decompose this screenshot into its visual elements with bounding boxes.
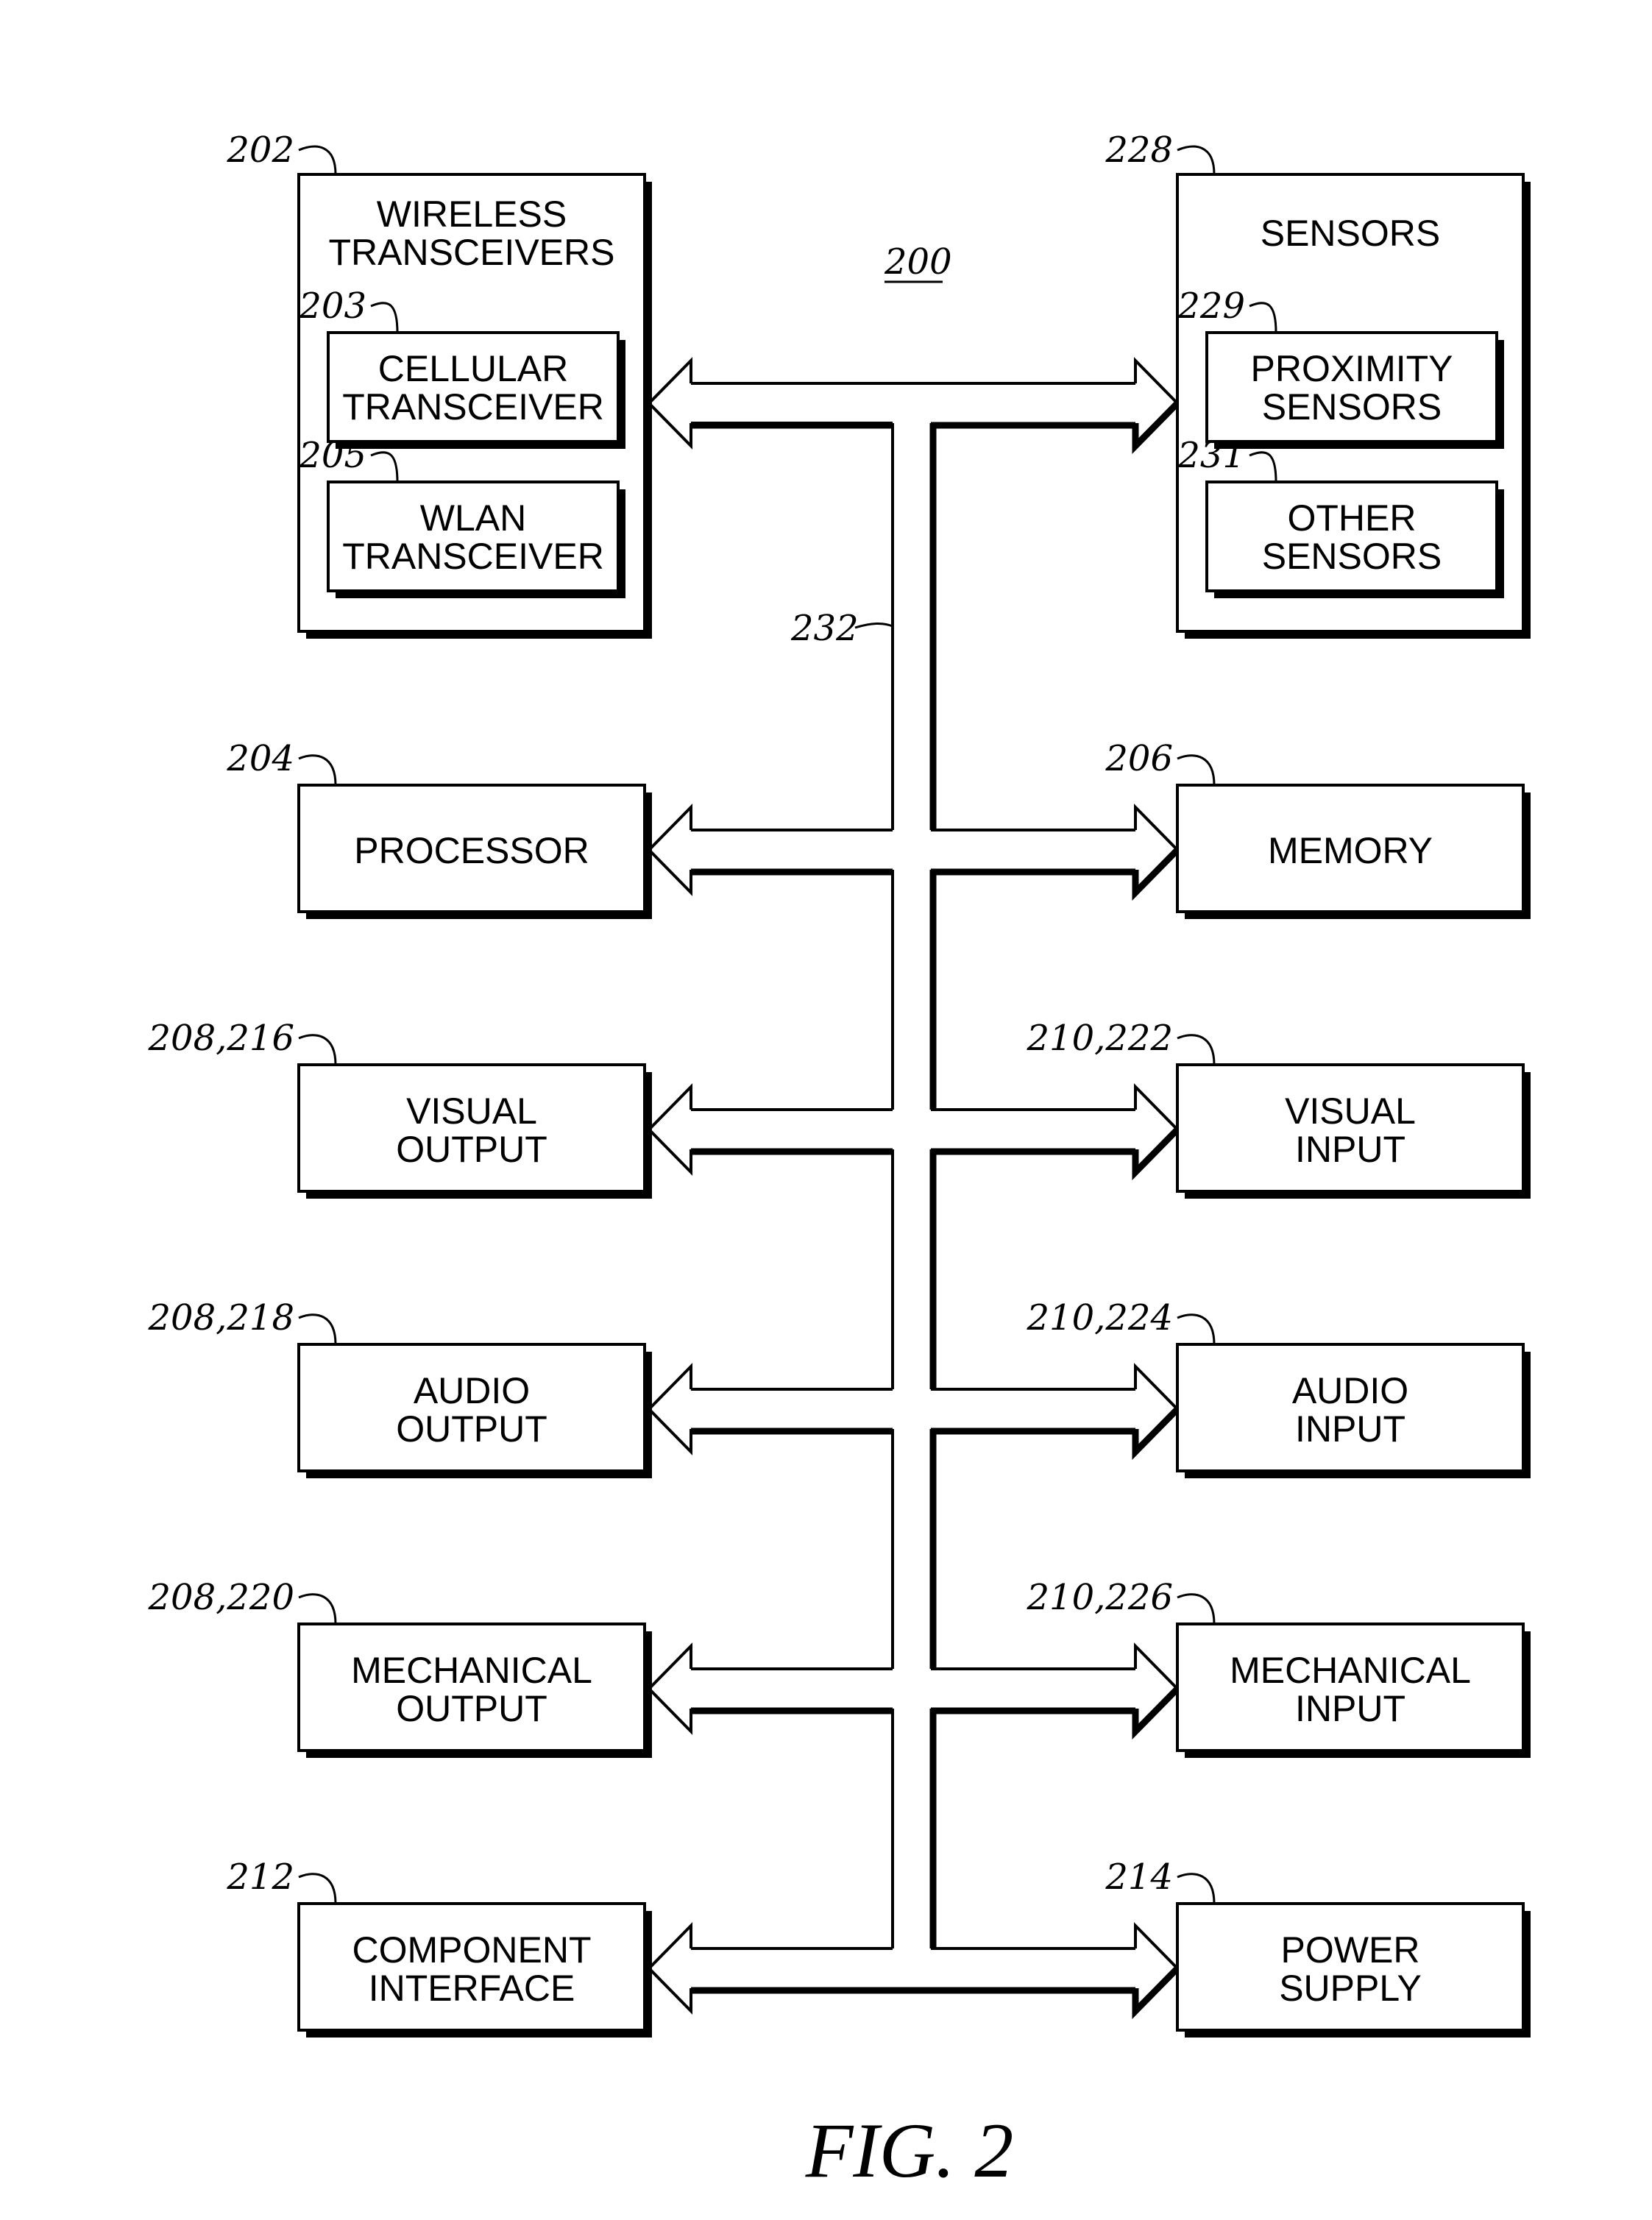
top-bus-arrow-arrow-fill: [649, 361, 1177, 446]
proximity-sensors-block-label-line: SENSORS: [1262, 386, 1442, 428]
component-blocks: WIRELESSTRANSCEIVERSCELLULARTRANSCEIVERW…: [297, 173, 1531, 2038]
wireless-transceivers-leader: [298, 145, 337, 175]
power-supply-reference: 214: [1105, 1856, 1173, 1898]
cellular-transceiver-block-label-line: TRANSCEIVER: [342, 386, 604, 428]
wlan-transceiver-block-label-line: TRANSCEIVER: [342, 536, 604, 577]
audio-input-label-line: AUDIO: [1292, 1370, 1408, 1411]
mechanical-output-label-line: OUTPUT: [396, 1688, 547, 1729]
audio-output-bus-arrow-arrow-fill: [649, 1366, 1177, 1452]
component-interface-label-line: INTERFACE: [369, 1968, 575, 2009]
audio-input-label-line: INPUT: [1295, 1408, 1405, 1450]
proximity-sensors-block: PROXIMITYSENSORS: [1205, 331, 1504, 449]
visual-output-leader: [298, 1034, 337, 1065]
audio-input-leader: [1177, 1313, 1216, 1345]
memory-label-line: MEMORY: [1268, 830, 1433, 871]
memory-reference: 206: [1105, 738, 1173, 779]
other-sensors-block: OTHERSENSORS: [1205, 480, 1504, 598]
mechanical-output-label-line: MECHANICAL: [351, 1650, 592, 1691]
mechanical-input-reference: 210,226: [1027, 1577, 1174, 1618]
audio-input-block: AUDIOINPUT: [1176, 1343, 1531, 1478]
mechanical-output-bus-arrow-arrow-fill: [649, 1646, 1177, 1731]
bus-reference-232: 232: [790, 608, 859, 649]
wireless-transceivers-label-line: TRANSCEIVERS: [329, 232, 615, 273]
proximity-sensors-block-label-line: PROXIMITY: [1250, 348, 1453, 389]
mechanical-input-label-line: INPUT: [1295, 1688, 1405, 1729]
mechanical-output-reference: 208,220: [148, 1577, 295, 1618]
wireless-transceivers-label-line: WIRELESS: [377, 194, 567, 235]
sensors-label-line: SENSORS: [1261, 213, 1441, 254]
power-supply-label-line: POWER: [1281, 1929, 1420, 1971]
mechanical-input-block: MECHANICALINPUT: [1176, 1623, 1531, 1758]
wlan-transceiver-block-reference: 205: [298, 435, 366, 476]
power-supply-block: POWERSUPPLY: [1176, 1902, 1531, 2038]
audio-output-label-line: AUDIO: [414, 1370, 530, 1411]
cellular-transceiver-block-label-line: CELLULAR: [378, 348, 568, 389]
visual-output-bus-arrow-arrow-fill: [649, 1087, 1177, 1172]
other-sensors-block-label-line: OTHER: [1288, 497, 1417, 539]
visual-input-label-line: INPUT: [1295, 1129, 1405, 1170]
audio-input-reference: 210,224: [1027, 1297, 1174, 1338]
wlan-transceiver-block-label-line: WLAN: [420, 497, 526, 539]
wlan-transceiver-block: WLANTRANSCEIVER: [327, 480, 625, 598]
audio-output-block: AUDIOOUTPUT: [297, 1343, 652, 1478]
audio-output-label-line: OUTPUT: [396, 1408, 547, 1450]
component-interface-reference: 212: [226, 1856, 294, 1898]
visual-input-reference: 210,222: [1027, 1018, 1174, 1059]
bus-reference-leader: [854, 623, 893, 629]
cellular-transceiver-block: CELLULARTRANSCEIVER: [327, 331, 625, 449]
mechanical-output-block: MECHANICALOUTPUT: [297, 1623, 652, 1758]
proximity-sensors-block-reference: 229: [1177, 286, 1245, 327]
processor-reference: 204: [226, 738, 294, 779]
power-supply-leader: [1177, 1873, 1216, 1904]
visual-input-label-line: VISUAL: [1285, 1091, 1416, 1132]
visual-output-block: VISUALOUTPUT: [297, 1063, 652, 1199]
mechanical-input-label-line: MECHANICAL: [1230, 1650, 1471, 1691]
visual-output-reference: 208,216: [148, 1018, 295, 1059]
processor-leader: [298, 754, 337, 786]
mechanical-output-leader: [298, 1593, 337, 1625]
audio-output-leader: [298, 1313, 337, 1345]
visual-input-block: VISUALINPUT: [1176, 1063, 1531, 1199]
visual-input-leader: [1177, 1034, 1216, 1065]
processor-bus-arrow-arrow-fill: [649, 807, 1177, 893]
mechanical-input-leader: [1177, 1593, 1216, 1625]
sensors-reference: 228: [1105, 130, 1173, 171]
processor-label-line: PROCESSOR: [354, 830, 589, 871]
processor-block: PROCESSOR: [297, 784, 652, 919]
cellular-transceiver-block-reference: 203: [298, 286, 366, 327]
other-sensors-block-reference: 231: [1177, 435, 1245, 476]
audio-output-reference: 208,218: [148, 1297, 295, 1338]
component-interface-label-line: COMPONENT: [352, 1929, 592, 1971]
figure-reference-200: 200: [884, 241, 952, 283]
figure-caption: FIG. 2: [805, 2107, 1014, 2194]
bus-232: [647, 357, 1180, 2019]
visual-output-label-line: OUTPUT: [396, 1129, 547, 1170]
memory-block: MEMORY: [1176, 784, 1531, 919]
visual-output-label-line: VISUAL: [406, 1091, 537, 1132]
wireless-transceivers-reference: 202: [226, 130, 294, 171]
component-interface-leader: [298, 1873, 337, 1904]
component-interface-bus-arrow-arrow-fill: [649, 1926, 1177, 2011]
component-interface-block: COMPONENTINTERFACE: [297, 1902, 652, 2038]
sensors-leader: [1177, 145, 1216, 175]
other-sensors-block-label-line: SENSORS: [1262, 536, 1442, 577]
memory-leader: [1177, 754, 1216, 786]
power-supply-label-line: SUPPLY: [1279, 1968, 1422, 2009]
block-diagram: WIRELESSTRANSCEIVERSCELLULARTRANSCEIVERW…: [148, 130, 1531, 2194]
